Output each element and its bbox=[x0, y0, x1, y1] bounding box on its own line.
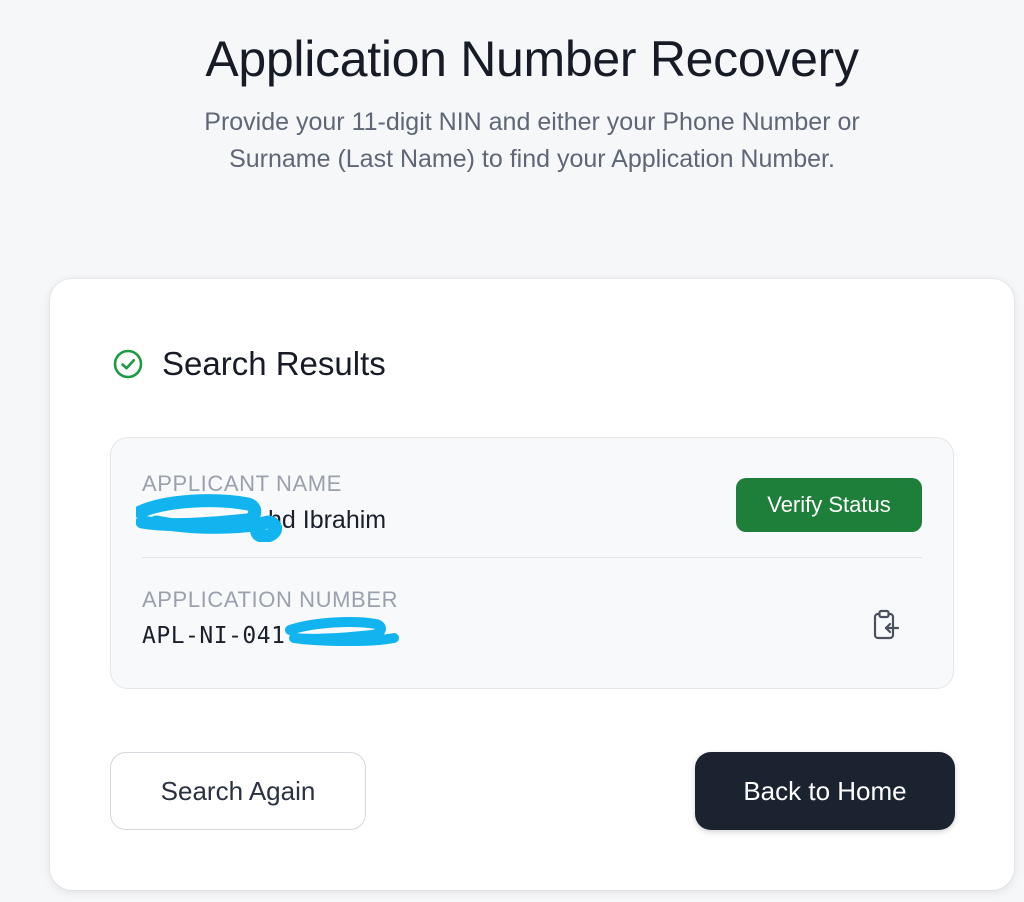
verify-status-button[interactable]: Verify Status bbox=[736, 478, 922, 532]
application-number-row: APPLICATION NUMBER APL-NI-041 bbox=[142, 586, 922, 666]
page: Application Number Recovery Provide your… bbox=[0, 0, 1024, 902]
redaction-mark bbox=[136, 494, 282, 542]
back-to-home-button[interactable]: Back to Home bbox=[695, 752, 955, 830]
clipboard-copy-icon[interactable] bbox=[870, 608, 902, 642]
applicant-name-visible-text: hd Ibrahim bbox=[268, 506, 387, 534]
page-header: Application Number Recovery Provide your… bbox=[0, 28, 1024, 178]
application-number-visible-text: APL-NI-041 bbox=[142, 623, 286, 649]
page-title: Application Number Recovery bbox=[205, 31, 859, 87]
application-number-value: APL-NI-041 bbox=[142, 617, 399, 652]
page-subtitle: Provide your 11-digit NIN and either you… bbox=[204, 108, 860, 173]
check-circle-icon bbox=[113, 349, 143, 379]
applicant-name-value: hd Ibrahim bbox=[136, 494, 387, 542]
application-number-label: APPLICATION NUMBER bbox=[142, 587, 399, 612]
search-again-button[interactable]: Search Again bbox=[110, 752, 366, 830]
results-title: Search Results bbox=[162, 345, 386, 382]
result-details: APPLICANT NAME hd Ibrahim Verify Status … bbox=[110, 437, 954, 689]
redaction-mark bbox=[285, 617, 399, 646]
results-card: Search Results APPLICANT NAME hd Ibrahim… bbox=[50, 279, 1014, 890]
applicant-name-row: APPLICANT NAME hd Ibrahim Verify Status bbox=[136, 470, 922, 558]
results-heading: Search Results bbox=[112, 345, 386, 383]
